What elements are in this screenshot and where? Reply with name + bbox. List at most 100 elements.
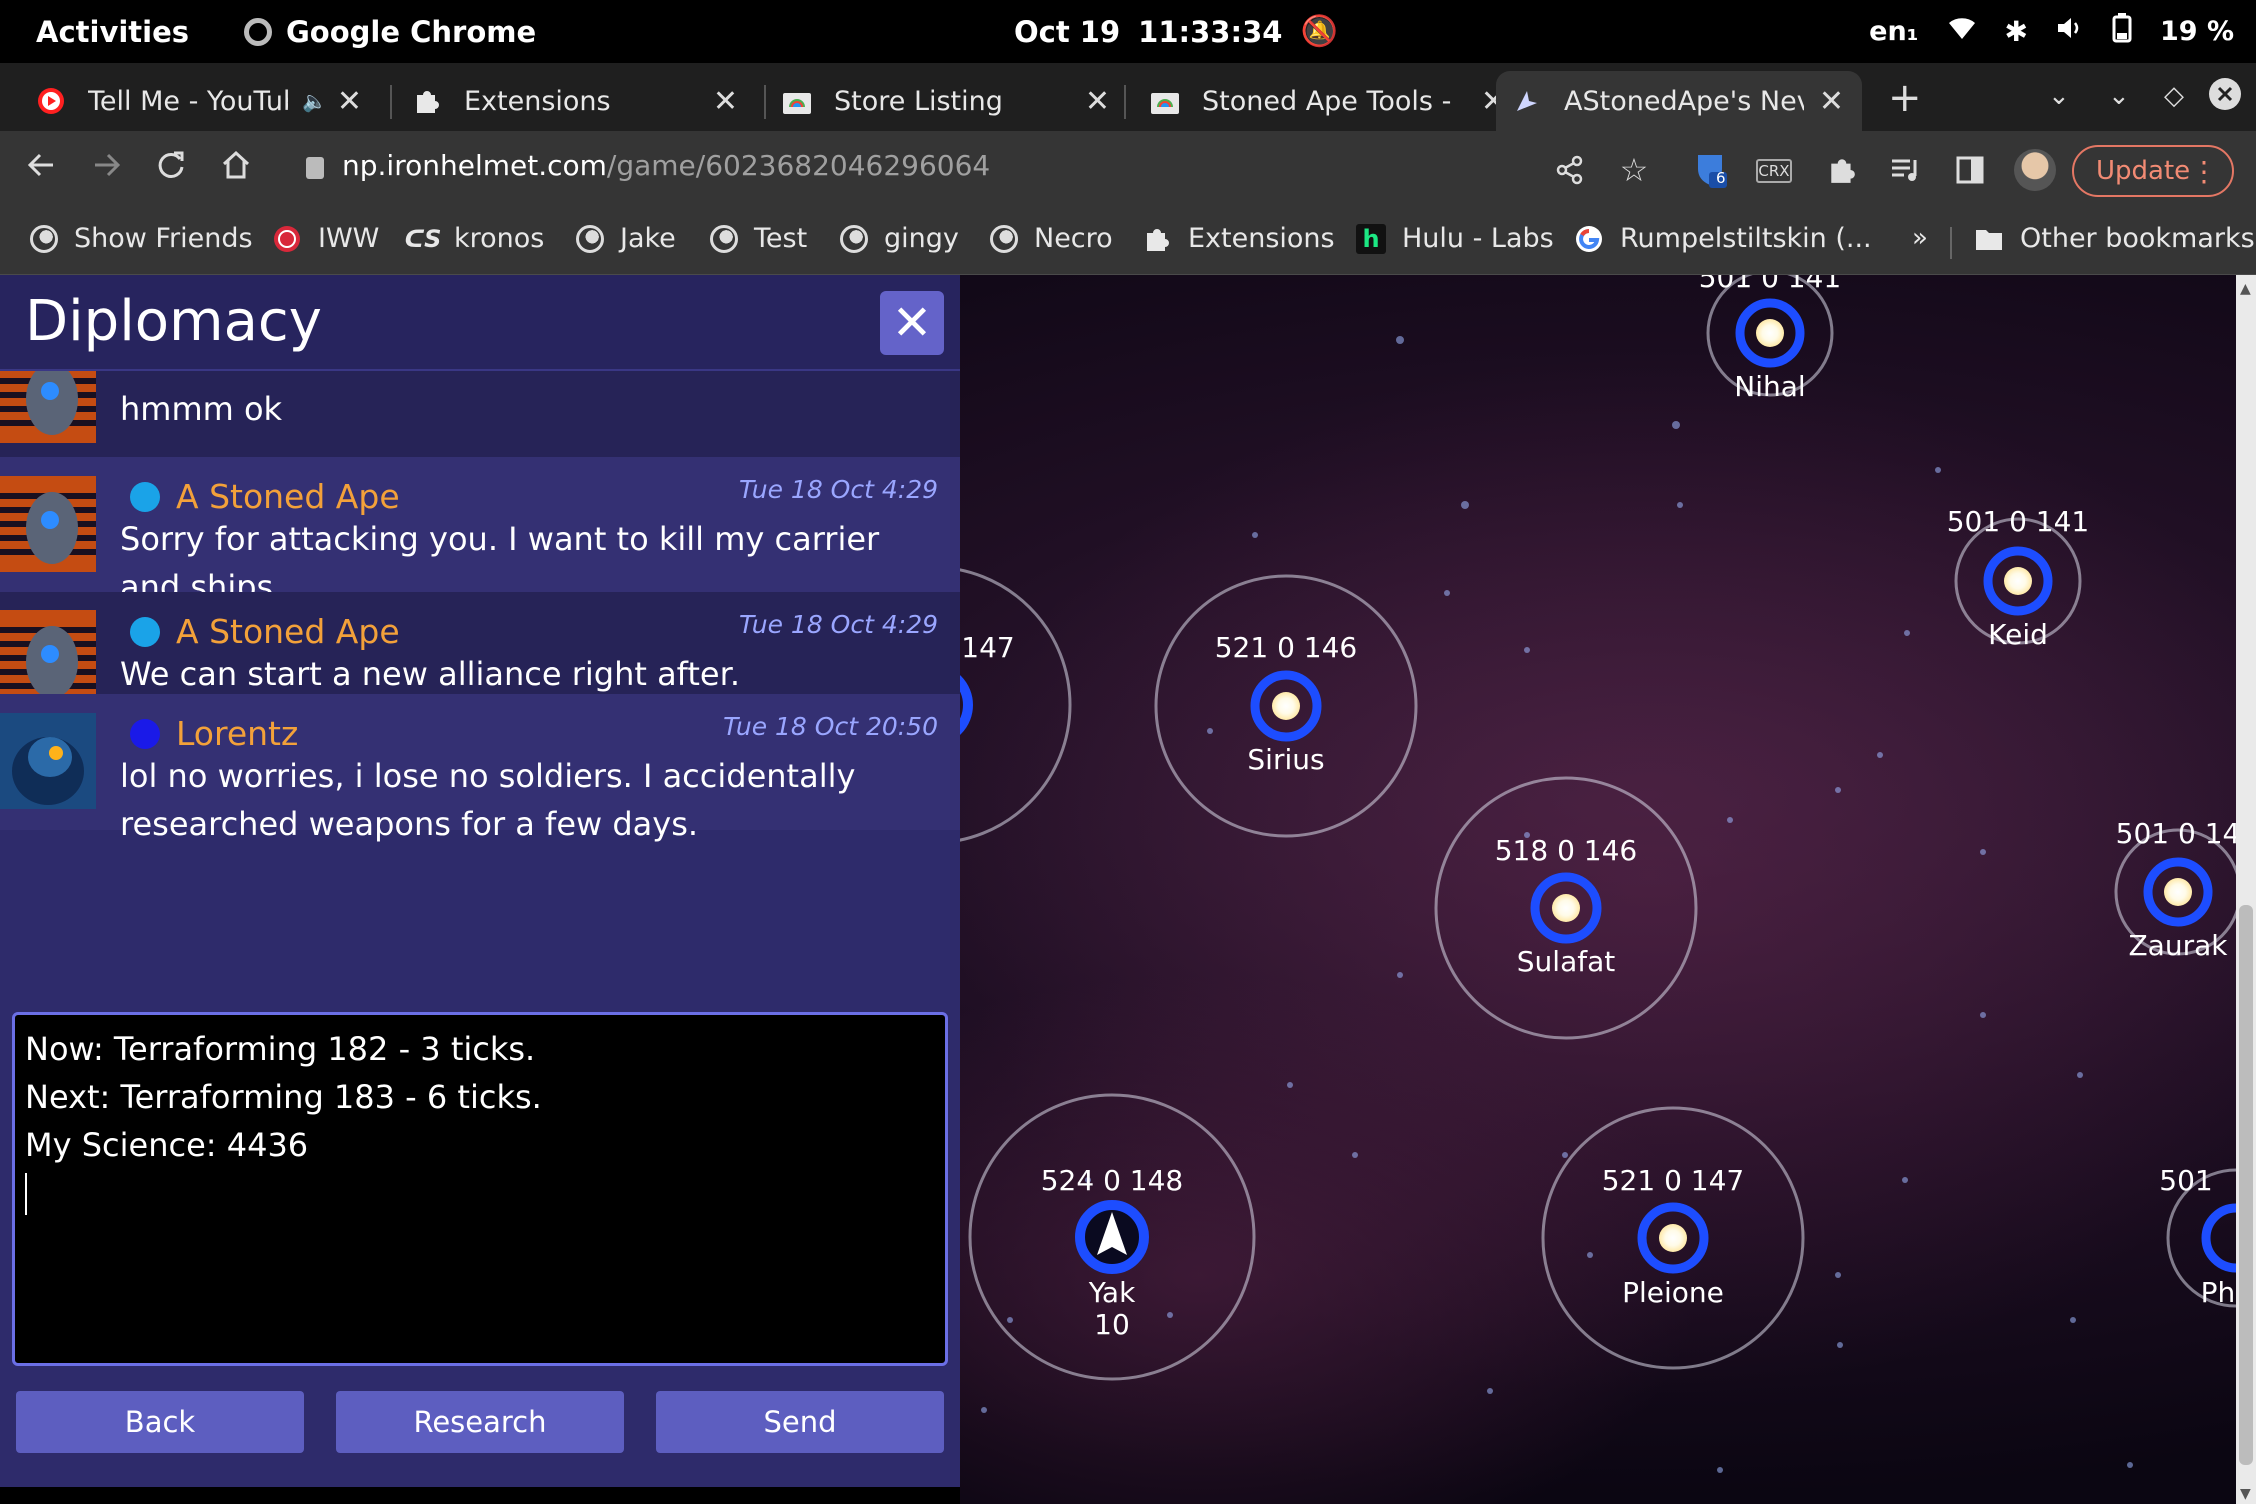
bookmark-hulu-labs[interactable]: h Hulu - Labs: [1356, 223, 1554, 254]
message-compose-field[interactable]: Now: Terraforming 182 - 3 ticks. Next: T…: [12, 1012, 948, 1366]
address-bar[interactable]: np.ironhelmet.com/game/6023682046296064: [306, 149, 990, 182]
bookmark-kronos[interactable]: ᑕS kronos: [404, 223, 545, 254]
bookmark-necro[interactable]: Necro: [990, 223, 1113, 254]
bookmarks-overflow-button[interactable]: »: [1912, 223, 1928, 253]
url-path: /game/6023682046296064: [606, 149, 991, 182]
message-sender[interactable]: A Stoned Ape: [176, 612, 400, 651]
activities-button[interactable]: Activities: [36, 15, 189, 49]
browser-toolbar: np.ironhelmet.com/game/6023682046296064 …: [0, 131, 2256, 209]
tab-stoned-ape-tools[interactable]: Stoned Ape Tools - ( ✕: [1134, 71, 1524, 131]
message-sender[interactable]: Lorentz: [176, 714, 298, 753]
system-tray[interactable]: en₁ ✱ 19 %: [1869, 13, 2234, 50]
close-panel-button[interactable]: ✕: [880, 291, 944, 355]
tab-label: AStonedApe's Neve: [1564, 85, 1804, 117]
url-host: np.ironhelmet.com: [342, 149, 607, 182]
player-avatar: [0, 476, 96, 572]
bookmark-label: Hulu - Labs: [1402, 223, 1554, 254]
bookmark-label: Extensions: [1188, 223, 1335, 254]
research-button[interactable]: Research: [336, 1391, 624, 1453]
home-icon[interactable]: [220, 149, 252, 189]
reload-icon[interactable]: [156, 149, 186, 189]
share-icon[interactable]: [1552, 153, 1588, 187]
app-menu[interactable]: Google Chrome: [244, 15, 536, 49]
scroll-down-icon[interactable]: ▼: [2240, 1486, 2251, 1502]
hulu-icon: h: [1356, 223, 1386, 254]
audio-playing-icon[interactable]: 🔈: [302, 89, 327, 113]
puzzle-icon: [1142, 224, 1172, 254]
crx-icon[interactable]: CRX: [1756, 159, 1792, 183]
tab-label: Stoned Ape Tools - (: [1202, 85, 1452, 117]
message-text: hmmm ok: [120, 390, 283, 428]
google-icon: [1574, 224, 1604, 254]
media-queue-icon[interactable]: [1888, 153, 1924, 187]
star-name: Keid: [1988, 618, 2048, 651]
message-list[interactable]: hmmm ok A Stoned Ape Tue 18 Oct 4:29 Sor…: [0, 371, 960, 989]
bookmark-test[interactable]: Test: [710, 223, 807, 254]
send-button[interactable]: Send: [656, 1391, 944, 1453]
star-stats: 147: [961, 631, 1014, 664]
bitwarden-icon[interactable]: 6: [1694, 153, 1730, 188]
bookmark-label: Show Friends: [74, 223, 253, 254]
bookmark-show-friends[interactable]: Show Friends: [30, 223, 253, 254]
bookmark-rumpelstiltskin[interactable]: Rumpelstiltskin (...: [1574, 223, 1872, 254]
bookmark-other[interactable]: Other bookmarks: [1974, 223, 2255, 254]
new-tab-button[interactable]: +: [1888, 75, 1922, 121]
tab-label: Extensions: [464, 85, 611, 117]
chrome-store-icon: [1150, 86, 1180, 116]
message-text: lol no worries, i lose no soldiers. I ac…: [120, 757, 856, 843]
star-ph[interactable]: 501 Ph: [2159, 1164, 2236, 1309]
close-tab-icon[interactable]: ✕: [1819, 84, 1844, 119]
kronos-icon: ᑕS: [404, 224, 442, 253]
tab-extensions[interactable]: Extensions ✕: [396, 71, 756, 131]
puzzle-icon: [412, 86, 442, 116]
bookmark-label: Test: [754, 223, 808, 254]
menu-kebab-icon[interactable]: ⋮: [2190, 155, 2218, 188]
close-window-icon[interactable]: [2208, 77, 2242, 118]
tab-neptunes-pride[interactable]: AStonedApe's Neve ✕: [1496, 71, 1862, 131]
bookmark-label: IWW: [318, 223, 380, 254]
message-sender[interactable]: A Stoned Ape: [176, 477, 400, 516]
system-top-bar: Activities Google Chrome Oct 19 11:33:34…: [0, 0, 2256, 63]
tab-search-chevron-icon[interactable]: ⌄: [2048, 81, 2070, 111]
app-name: Google Chrome: [286, 14, 537, 49]
lock-icon[interactable]: [306, 156, 324, 179]
page-scrollbar[interactable]: ▲ ▼: [2236, 275, 2256, 1504]
update-button[interactable]: Update ⋮: [2072, 145, 2234, 197]
back-arrow-icon[interactable]: [26, 149, 56, 189]
bookmark-jake[interactable]: Jake: [576, 223, 676, 254]
tab-youtube[interactable]: Tell Me - YouTub 🔈 ✕: [20, 71, 380, 131]
bookmark-star-icon[interactable]: ☆: [1616, 151, 1652, 189]
keyboard-layout[interactable]: en₁: [1869, 16, 1918, 47]
clock[interactable]: Oct 19 11:33:34 🔕: [1014, 14, 1338, 49]
back-button[interactable]: Back: [16, 1391, 304, 1453]
minimize-chevron-icon[interactable]: ⌄: [2108, 81, 2130, 111]
bookmark-gingy[interactable]: gingy: [840, 223, 959, 254]
clock-date: Oct 19: [1014, 14, 1121, 49]
globe-icon: [576, 224, 604, 253]
restore-icon[interactable]: ◇: [2164, 81, 2184, 111]
message-item: A Stoned Ape Tue 18 Oct 4:29 Sorry for a…: [0, 457, 960, 606]
player-avatar: [0, 713, 96, 809]
forward-arrow-icon[interactable]: [92, 149, 122, 189]
scrollbar-thumb[interactable]: [2239, 905, 2253, 1465]
bookmark-label: Necro: [1034, 223, 1113, 254]
close-tab-icon[interactable]: ✕: [1085, 84, 1110, 119]
tab-store-listing[interactable]: Store Listing ✕: [766, 71, 1128, 131]
bookmark-label: Jake: [620, 223, 676, 254]
globe-icon: [990, 224, 1018, 253]
bookmark-extensions[interactable]: Extensions: [1142, 223, 1335, 254]
player-color-dot: [130, 482, 160, 512]
bookmark-iww[interactable]: IWW: [272, 223, 379, 254]
scroll-up-icon[interactable]: ▲: [2240, 281, 2251, 297]
profile-avatar[interactable]: [2014, 149, 2056, 191]
message-item: Lorentz Tue 18 Oct 20:50 lol no worries,…: [0, 694, 960, 843]
close-tab-icon[interactable]: ✕: [337, 84, 362, 119]
youtube-icon: [36, 86, 66, 116]
star-stats: 501: [2159, 1164, 2212, 1197]
globe-icon: [840, 224, 868, 253]
tab-label: Store Listing: [834, 85, 1003, 117]
star-stats: 501 0 14: [2116, 817, 2236, 850]
close-tab-icon[interactable]: ✕: [713, 84, 738, 119]
extensions-puzzle-icon[interactable]: [1824, 153, 1860, 187]
side-panel-icon[interactable]: [1952, 153, 1988, 187]
